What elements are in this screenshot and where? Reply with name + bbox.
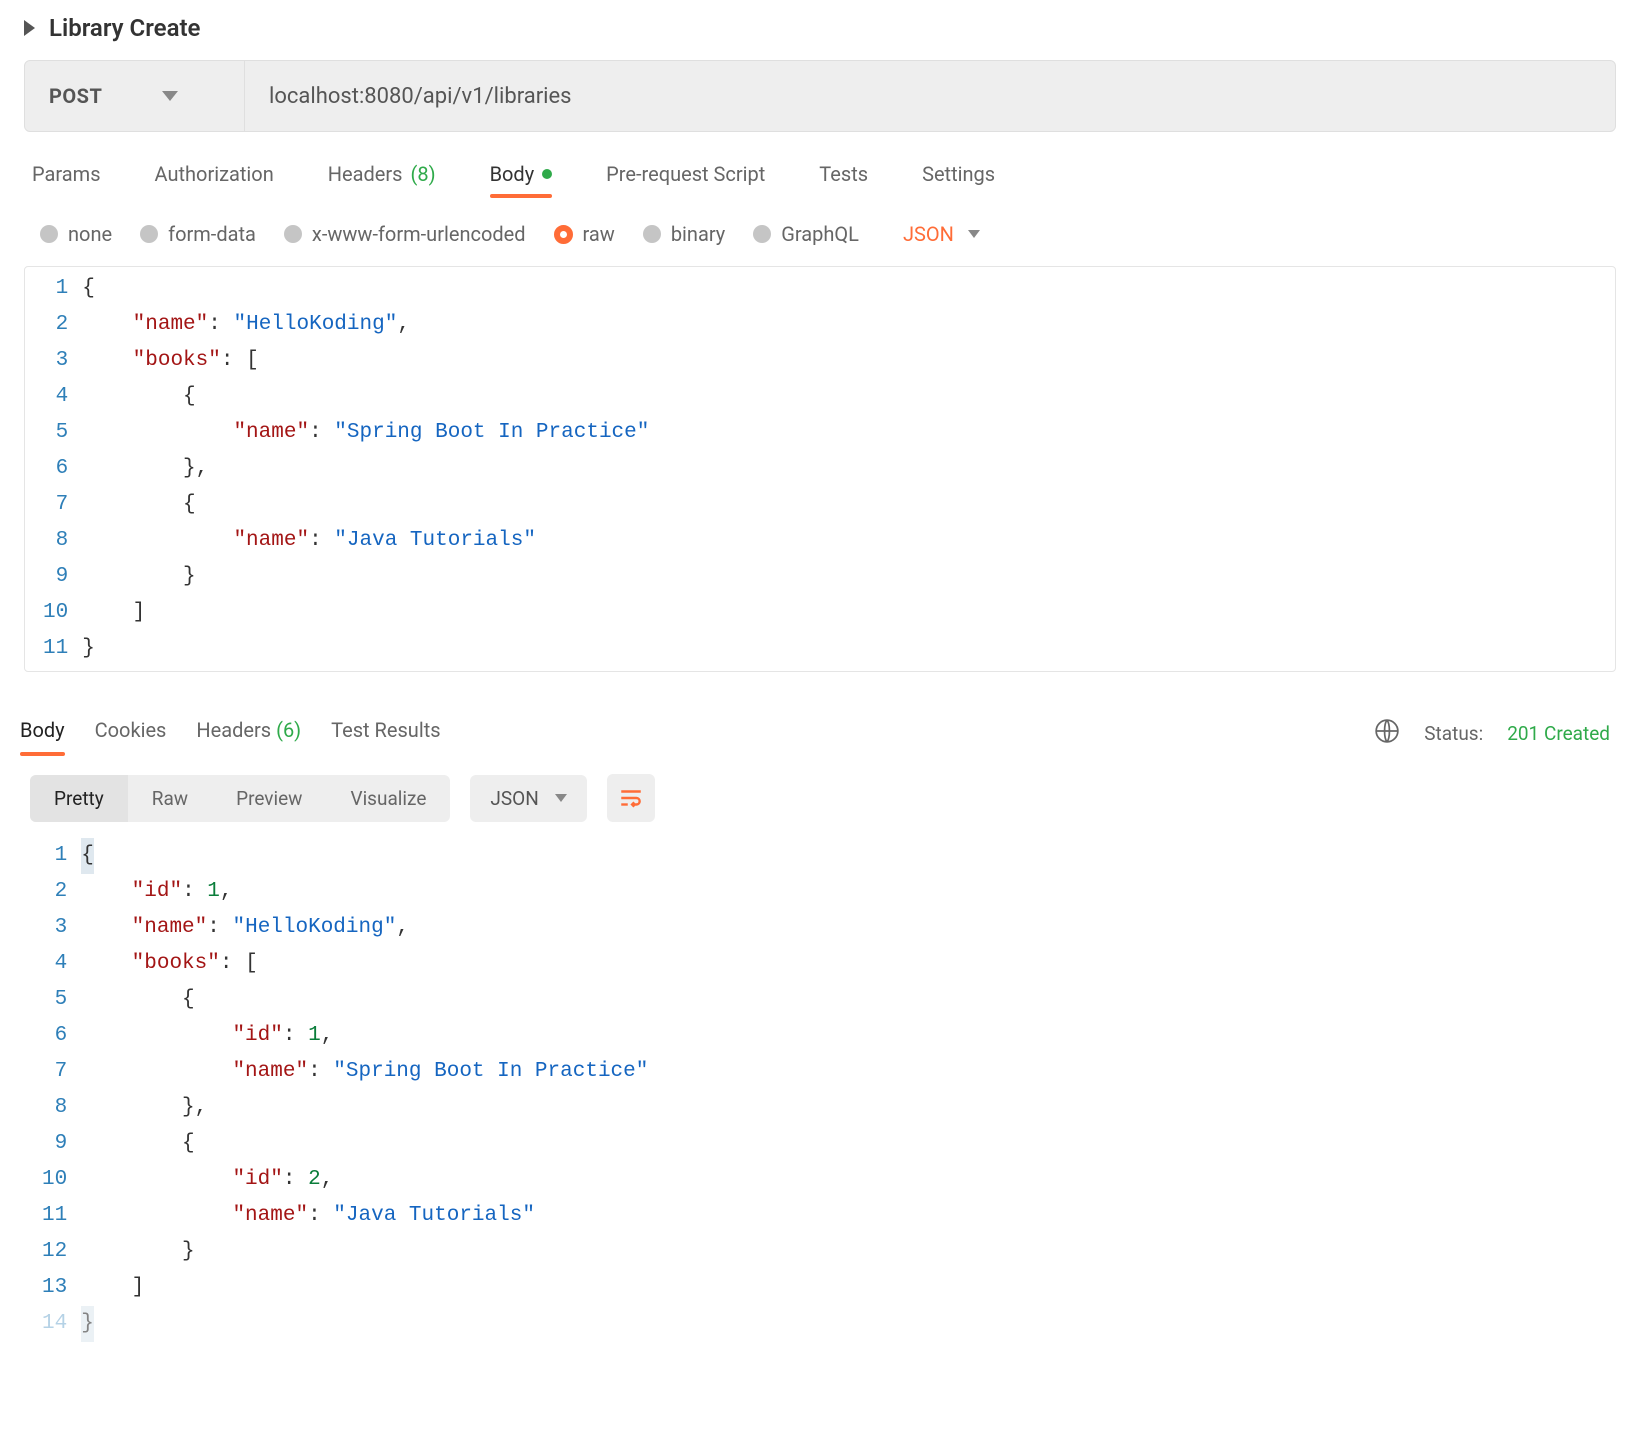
response-tab-headers[interactable]: Headers (6) <box>196 712 301 754</box>
response-view-mode: Pretty Raw Preview Visualize <box>30 775 450 822</box>
body-dirty-dot-icon <box>542 169 552 179</box>
chevron-down-icon <box>968 230 980 238</box>
tab-body[interactable]: Body <box>490 154 553 196</box>
raw-format-label: JSON <box>903 222 954 246</box>
wrap-lines-button[interactable] <box>607 774 655 822</box>
response-toolbar: Pretty Raw Preview Visualize JSON <box>0 754 1640 838</box>
body-type-raw[interactable]: raw <box>554 222 615 246</box>
url-bar: POST localhost:8080/api/v1/libraries <box>24 60 1616 132</box>
tab-prerequest[interactable]: Pre-request Script <box>606 154 765 196</box>
response-body-viewer[interactable]: 1 2 3 4 5 6 7 8 9 10 11 12 13 14 { "id":… <box>24 838 1616 1346</box>
view-raw[interactable]: Raw <box>128 775 212 822</box>
response-bar: Body Cookies Headers (6) Test Results St… <box>0 692 1640 754</box>
headers-count: (8) <box>411 162 436 186</box>
http-method-select[interactable]: POST <box>25 61 245 131</box>
request-title: Library Create <box>49 14 200 42</box>
chevron-down-icon <box>555 794 567 802</box>
status-value: 201 Created <box>1507 722 1610 745</box>
response-tabs: Body Cookies Headers (6) Test Results <box>20 712 441 754</box>
editor-code[interactable]: { "name": "HelloKoding", "books": [ { "n… <box>82 267 1615 671</box>
radio-icon <box>643 225 661 243</box>
http-method-label: POST <box>49 84 102 108</box>
view-preview[interactable]: Preview <box>212 775 326 822</box>
request-body-editor[interactable]: 1 2 3 4 5 6 7 8 9 10 11 { "name": "Hello… <box>24 266 1616 672</box>
radio-selected-icon <box>554 225 573 244</box>
response-format-select[interactable]: JSON <box>470 775 586 822</box>
raw-format-select[interactable]: JSON <box>903 222 980 246</box>
collapse-toggle-icon[interactable] <box>24 20 35 36</box>
request-title-row: Library Create <box>0 0 1640 60</box>
body-type-urlencoded[interactable]: x-www-form-urlencoded <box>284 222 526 246</box>
request-url-text: localhost:8080/api/v1/libraries <box>269 84 572 109</box>
view-visualize[interactable]: Visualize <box>326 775 450 822</box>
body-type-graphql[interactable]: GraphQL <box>753 222 859 246</box>
response-meta: Status: 201 Created <box>1374 718 1610 749</box>
tab-tests[interactable]: Tests <box>819 154 868 196</box>
response-headers-count: (6) <box>276 718 301 742</box>
editor-code[interactable]: { "id": 1, "name": "HelloKoding", "books… <box>81 838 1616 1346</box>
view-pretty[interactable]: Pretty <box>30 775 128 822</box>
tab-settings[interactable]: Settings <box>922 154 995 196</box>
response-tab-body[interactable]: Body <box>20 712 65 754</box>
response-tab-test-results[interactable]: Test Results <box>331 712 440 754</box>
response-format-label: JSON <box>490 787 538 810</box>
body-type-row: none form-data x-www-form-urlencoded raw… <box>0 204 1640 266</box>
request-url-input[interactable]: localhost:8080/api/v1/libraries <box>245 61 1615 131</box>
editor-gutter: 1 2 3 4 5 6 7 8 9 10 11 <box>25 267 82 671</box>
tab-headers[interactable]: Headers (8) <box>328 154 436 196</box>
radio-icon <box>753 225 771 243</box>
tab-params[interactable]: Params <box>32 154 101 196</box>
globe-icon[interactable] <box>1374 718 1400 749</box>
body-type-form-data[interactable]: form-data <box>140 222 256 246</box>
response-tab-cookies[interactable]: Cookies <box>95 712 167 754</box>
tab-authorization[interactable]: Authorization <box>155 154 274 196</box>
radio-icon <box>140 225 158 243</box>
wrap-icon <box>618 785 644 811</box>
status-label: Status: <box>1424 722 1483 745</box>
editor-gutter: 1 2 3 4 5 6 7 8 9 10 11 12 13 14 <box>24 838 81 1346</box>
chevron-down-icon <box>162 91 178 101</box>
body-type-binary[interactable]: binary <box>643 222 725 246</box>
radio-icon <box>284 225 302 243</box>
body-type-none[interactable]: none <box>40 222 112 246</box>
request-tabs: Params Authorization Headers (8) Body Pr… <box>0 154 1640 196</box>
radio-icon <box>40 225 58 243</box>
